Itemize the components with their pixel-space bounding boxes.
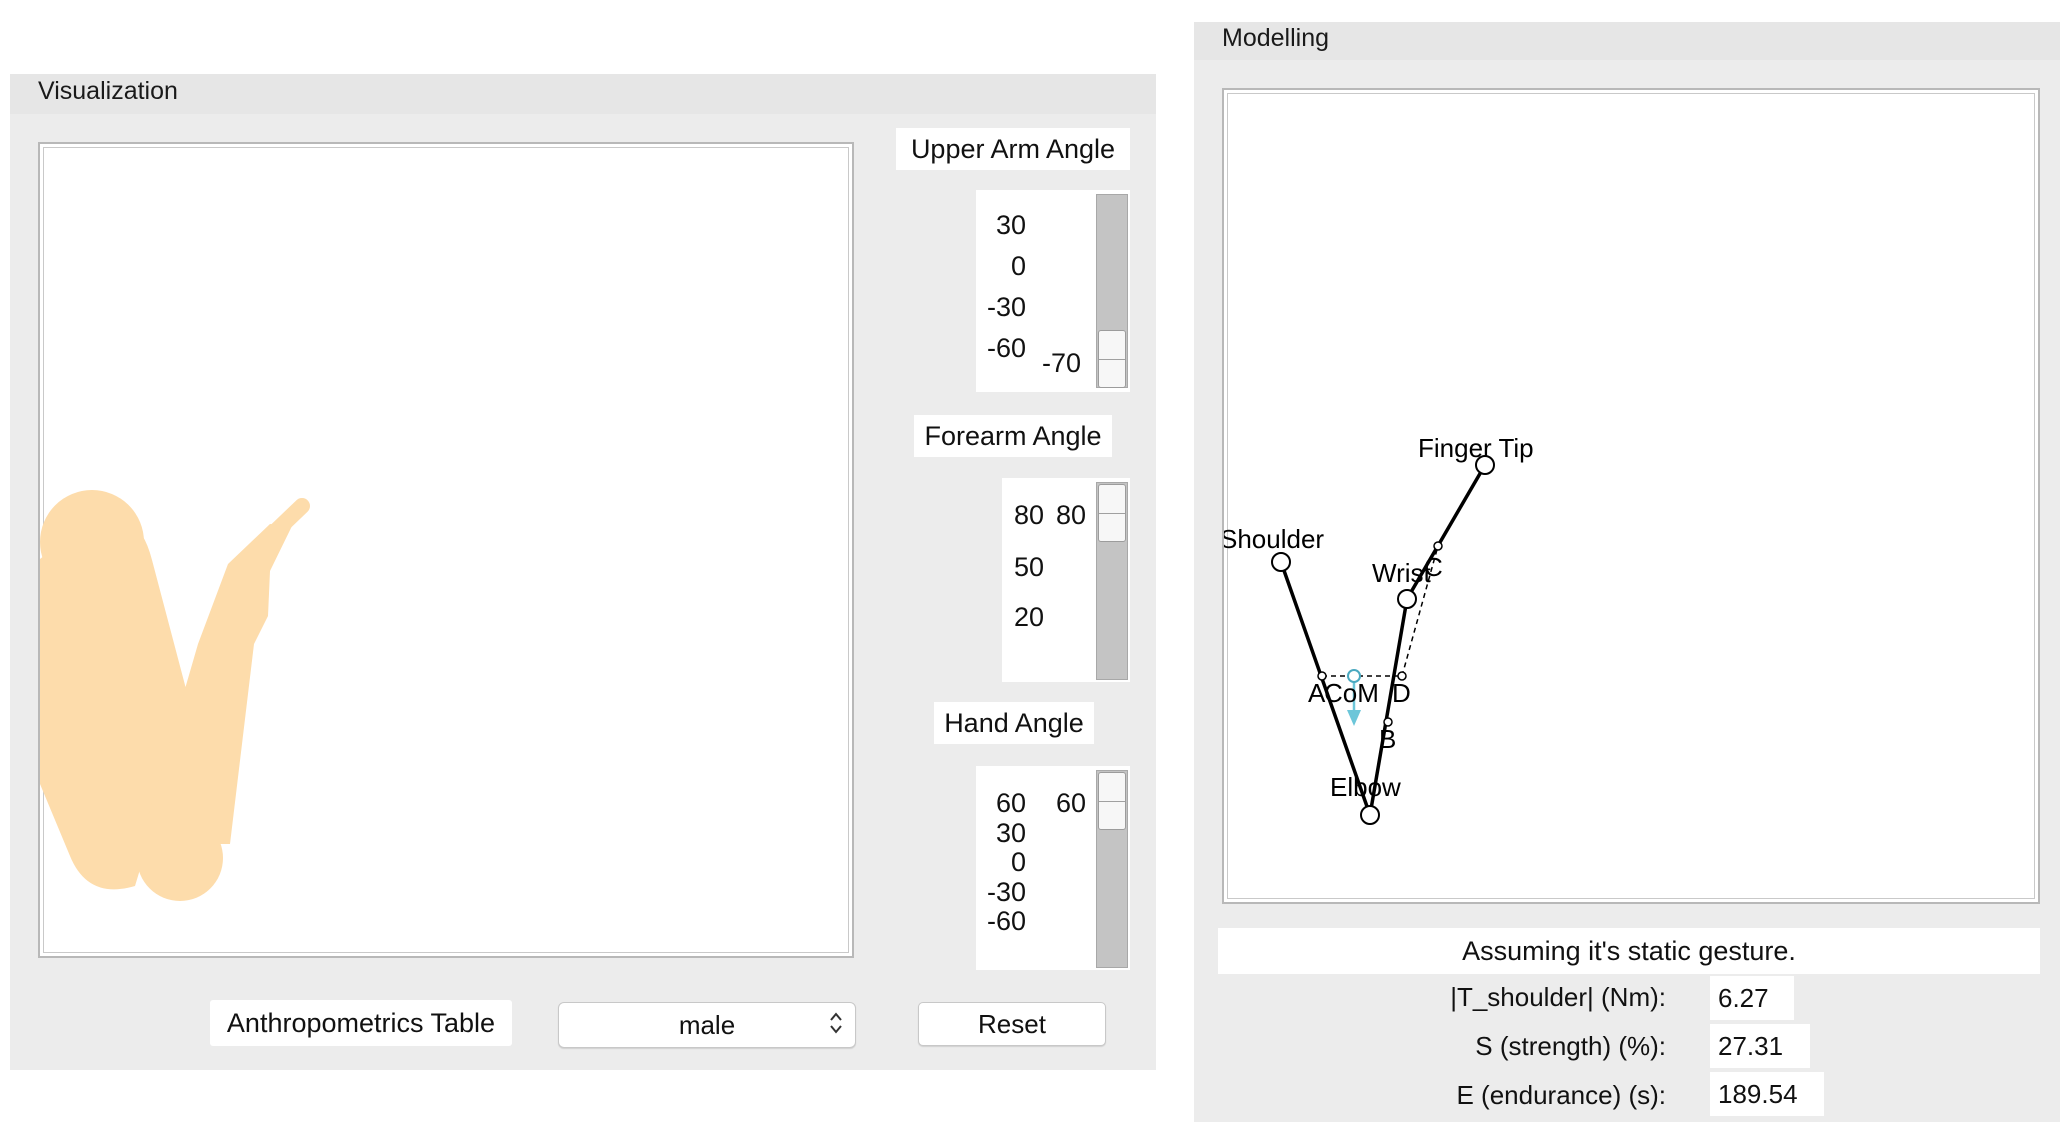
- finger-tip-label: Finger Tip: [1418, 433, 1534, 463]
- hand-tick: -30: [986, 877, 1026, 907]
- point-c-label: C: [1424, 552, 1443, 582]
- hand-angle-slider[interactable]: 60 30 0 -30 -60 60: [976, 766, 1130, 970]
- upper-arm-tick: -60: [986, 333, 1026, 363]
- upper-arm-angle-label: Upper Arm Angle: [896, 128, 1130, 170]
- torque-shoulder-label: |T_shoulder| (Nm):: [1450, 982, 1666, 1012]
- forearm-angle-slider[interactable]: 80 50 20 80: [1002, 478, 1130, 682]
- strength-label: S (strength) (%):: [1475, 1031, 1666, 1061]
- select-arrows-icon: [830, 1012, 842, 1034]
- point-c-marker: [1433, 541, 1443, 551]
- forearm-value: 80: [1056, 500, 1087, 530]
- hand-tick: 60: [995, 788, 1026, 818]
- upper-arm-tick: -30: [986, 292, 1026, 322]
- visualization-canvas[interactable]: [38, 142, 854, 958]
- arm-shape: [40, 490, 310, 901]
- hand-tick: 30: [995, 818, 1026, 848]
- shoulder-joint-shape: [40, 490, 144, 594]
- forearm-tick: 80: [1013, 500, 1044, 530]
- upper-arm-slider-thumb[interactable]: [1098, 330, 1126, 388]
- upper-arm-tick: 30: [995, 210, 1026, 240]
- forearm-tick: 20: [1013, 602, 1044, 632]
- modelling-title: Modelling: [1222, 24, 1330, 52]
- gravity-force-arrowhead: [1347, 710, 1361, 726]
- point-b-label: B: [1379, 724, 1396, 754]
- gender-select[interactable]: male: [558, 1002, 856, 1048]
- endurance-value: 189.54: [1710, 1072, 1824, 1116]
- upper-arm-tick: 0: [1010, 251, 1026, 281]
- modelling-canvas[interactable]: Finger Tip Shoulder Wrist C A CoM D B El…: [1222, 88, 2040, 904]
- elbow-label: Elbow: [1330, 772, 1401, 802]
- visualization-title: Visualization: [38, 77, 178, 105]
- gender-select-value: male: [678, 1009, 736, 1040]
- hand-value: 60: [1056, 788, 1087, 818]
- forearm-slider-thumb[interactable]: [1098, 484, 1126, 542]
- arm-drawing: [40, 490, 310, 901]
- wrist-label: Wrist: [1372, 558, 1432, 588]
- shoulder-joint-marker: [1271, 552, 1291, 572]
- endurance-label: E (endurance) (s):: [1456, 1080, 1666, 1110]
- strength-value: 27.31: [1710, 1024, 1810, 1068]
- shoulder-label: Shoulder: [1224, 524, 1324, 554]
- forearm-tick: 50: [1013, 552, 1044, 582]
- hand-tick: -60: [986, 906, 1026, 936]
- com-label: CoM: [1324, 678, 1379, 708]
- hand-slider-thumb[interactable]: [1098, 772, 1126, 830]
- biomechanics-diagram: Finger Tip Shoulder Wrist C A CoM D B El…: [1224, 433, 1534, 825]
- reset-button[interactable]: Reset: [918, 1002, 1106, 1046]
- upper-arm-angle-slider[interactable]: 30 0 -30 -60 -70: [976, 190, 1130, 392]
- forearm-angle-label: Forearm Angle: [914, 415, 1112, 457]
- elbow-joint-marker: [1360, 805, 1380, 825]
- anthropometrics-table-label: Anthropometrics Table: [210, 1000, 512, 1046]
- wrist-joint-marker: [1397, 589, 1417, 609]
- visualization-header: [10, 74, 1156, 114]
- hand-angle-label: Hand Angle: [934, 702, 1094, 744]
- point-d-label: D: [1392, 678, 1411, 708]
- upper-arm-value: -70: [1042, 348, 1082, 378]
- hand-tick: 0: [1010, 847, 1026, 877]
- torque-shoulder-value: 6.27: [1710, 976, 1794, 1020]
- assumption-text: Assuming it's static gesture.: [1218, 928, 2040, 974]
